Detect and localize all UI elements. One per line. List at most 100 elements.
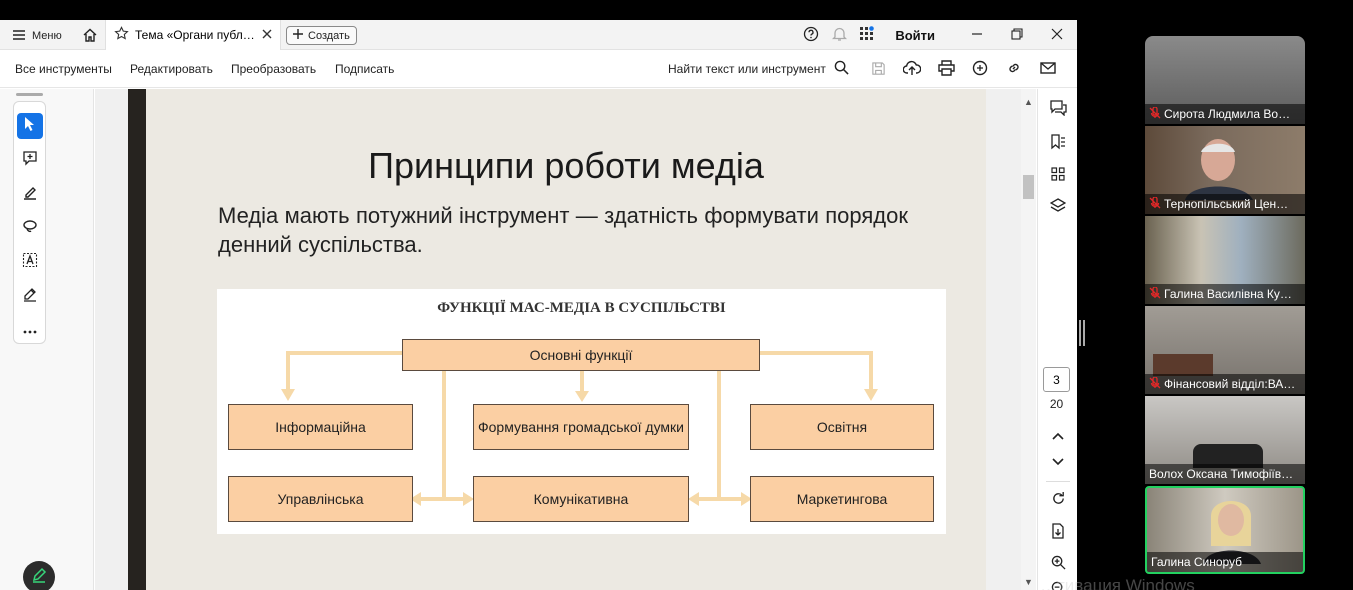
bell-icon[interactable] xyxy=(825,26,853,45)
diagram-box-managerial: Управлінська xyxy=(228,476,413,522)
functions-diagram: ФУНКЦІЇ МАС-МЕДІА В СУСПІЛЬСТВІ Основні … xyxy=(217,289,946,534)
sign-menu[interactable]: Подписать xyxy=(335,62,394,76)
grid-icon xyxy=(1051,166,1065,186)
highlight-tool[interactable] xyxy=(17,181,43,207)
layers-panel-button[interactable] xyxy=(1047,197,1069,219)
find-tool[interactable]: Найти текст или инструмент xyxy=(668,60,849,78)
split-handle[interactable] xyxy=(1079,320,1085,346)
convert-menu[interactable]: Преобразовать xyxy=(231,62,316,76)
zoom-in-button[interactable] xyxy=(1047,554,1069,576)
scroll-up-arrow-icon[interactable]: ▲ xyxy=(1022,97,1035,107)
thumbnails-panel-button[interactable] xyxy=(1047,165,1069,187)
more-tools[interactable] xyxy=(17,317,43,343)
extract-page-button[interactable] xyxy=(1047,522,1069,544)
login-button[interactable]: Войти xyxy=(895,28,935,43)
participant-tile[interactable]: Сирота Людмила Во… xyxy=(1145,36,1305,124)
email-icon[interactable] xyxy=(1038,58,1058,78)
fill-sign-icon xyxy=(22,286,38,307)
window-controls-area: Войти xyxy=(797,20,1077,50)
pencil-icon xyxy=(31,567,47,588)
comment-tool[interactable] xyxy=(17,147,43,173)
plus-icon xyxy=(293,29,303,42)
diagram-root-box: Основні функції xyxy=(402,339,760,371)
select-tool[interactable] xyxy=(17,113,43,139)
pen-highlight-icon xyxy=(22,184,38,205)
main-toolbar: Все инструменты Редактировать Преобразов… xyxy=(0,50,1077,88)
participant-video xyxy=(1185,139,1253,200)
create-label: Создать xyxy=(308,29,350,42)
participant-tile[interactable]: Тернопільський Цен… xyxy=(1145,126,1305,214)
text-select-icon xyxy=(22,252,38,273)
menu-label: Меню xyxy=(32,30,62,42)
hamburger-icon xyxy=(12,29,26,44)
slide-page: Принципи роботи медіа Медіа мають потужн… xyxy=(128,89,986,590)
print-icon[interactable] xyxy=(936,58,956,78)
save-icon[interactable] xyxy=(868,58,888,78)
apps-grid-icon[interactable] xyxy=(853,25,881,45)
diagram-box-marketing: Маркетингова xyxy=(750,476,934,522)
home-button[interactable] xyxy=(80,25,100,47)
participant-label: Галина Синоруб xyxy=(1147,552,1303,572)
scrollbar-thumb[interactable] xyxy=(1023,175,1034,199)
comments-icon xyxy=(1049,99,1067,121)
edit-fab-button[interactable] xyxy=(23,561,55,590)
diagram-box-communicative: Комунікативна xyxy=(473,476,689,522)
document-tab[interactable]: Тема «Органи публі… xyxy=(105,20,281,50)
participant-tile[interactable]: Фінансовий відділ:ВА… xyxy=(1145,306,1305,394)
share-search-icon[interactable] xyxy=(970,58,990,78)
more-horizontal-icon xyxy=(23,321,37,339)
create-button[interactable]: Создать xyxy=(286,26,357,45)
layers-icon xyxy=(1049,197,1067,219)
participant-label: Тернопільський Цен… xyxy=(1145,194,1305,214)
participant-name: Волох Оксана Тимофіїв… xyxy=(1149,467,1294,481)
acrobat-window: Меню Тема «Органи публі… Создать Войти В… xyxy=(0,20,1077,590)
page-export-icon xyxy=(1051,522,1065,544)
background-picture xyxy=(1153,354,1213,376)
minimize-icon[interactable] xyxy=(957,27,997,43)
sign-tool[interactable] xyxy=(17,283,43,309)
muted-mic-icon xyxy=(1149,195,1161,212)
all-tools-menu[interactable]: Все инструменты xyxy=(15,62,112,76)
add-comment-icon xyxy=(22,150,38,171)
close-window-icon[interactable] xyxy=(1037,27,1077,43)
cursor-arrow-icon xyxy=(23,116,37,137)
lasso-icon xyxy=(22,218,38,239)
star-icon[interactable] xyxy=(114,26,129,44)
home-icon xyxy=(82,27,98,46)
vertical-scrollbar[interactable]: ▲ ▼ xyxy=(1021,89,1036,590)
restore-icon[interactable] xyxy=(997,27,1037,43)
help-icon[interactable] xyxy=(797,26,825,45)
rotate-button[interactable] xyxy=(1047,490,1069,512)
next-page-button[interactable] xyxy=(1047,451,1069,473)
participant-label: Галина Василівна Ку… xyxy=(1145,284,1305,304)
close-tab-icon[interactable] xyxy=(262,28,272,42)
chevron-up-icon xyxy=(1052,427,1064,445)
text-box-tool[interactable] xyxy=(17,249,43,275)
participant-tile[interactable]: Галина Василівна Ку… xyxy=(1145,216,1305,304)
participant-name: Тернопільський Цен… xyxy=(1164,197,1289,211)
participant-tile-active-speaker[interactable]: Галина Синоруб xyxy=(1145,486,1305,574)
rail-handle[interactable] xyxy=(16,93,43,96)
current-page-input[interactable]: 3 xyxy=(1043,367,1070,392)
edit-menu[interactable]: Редактировать xyxy=(130,62,213,76)
scroll-down-arrow-icon[interactable]: ▼ xyxy=(1022,577,1035,587)
participant-name: Галина Синоруб xyxy=(1151,555,1243,569)
bookmarks-panel-button[interactable] xyxy=(1047,133,1069,155)
comments-panel-button[interactable] xyxy=(1047,99,1069,121)
menu-button[interactable]: Меню xyxy=(12,25,62,47)
muted-mic-icon xyxy=(1149,375,1161,392)
screen: Меню Тема «Органи публі… Создать Войти В… xyxy=(0,0,1353,590)
rail-divider xyxy=(1046,481,1070,482)
participant-tile[interactable]: Волох Оксана Тимофіїв… xyxy=(1145,396,1305,484)
document-view[interactable]: Принципи роботи медіа Медіа мають потужн… xyxy=(95,89,1021,590)
slide-title: Принципи роботи медіа xyxy=(368,145,764,186)
participant-name: Галина Василівна Ку… xyxy=(1164,287,1292,301)
chevron-down-icon xyxy=(1052,453,1064,471)
tab-title: Тема «Органи публі… xyxy=(135,28,256,42)
upload-cloud-icon[interactable] xyxy=(902,58,922,78)
title-bar: Меню Тема «Органи публі… Создать Войти xyxy=(0,20,1077,50)
draw-tool[interactable] xyxy=(17,215,43,241)
link-icon[interactable] xyxy=(1004,58,1024,78)
diagram-box-informational: Інформаційна xyxy=(228,404,413,450)
previous-page-button[interactable] xyxy=(1047,425,1069,447)
